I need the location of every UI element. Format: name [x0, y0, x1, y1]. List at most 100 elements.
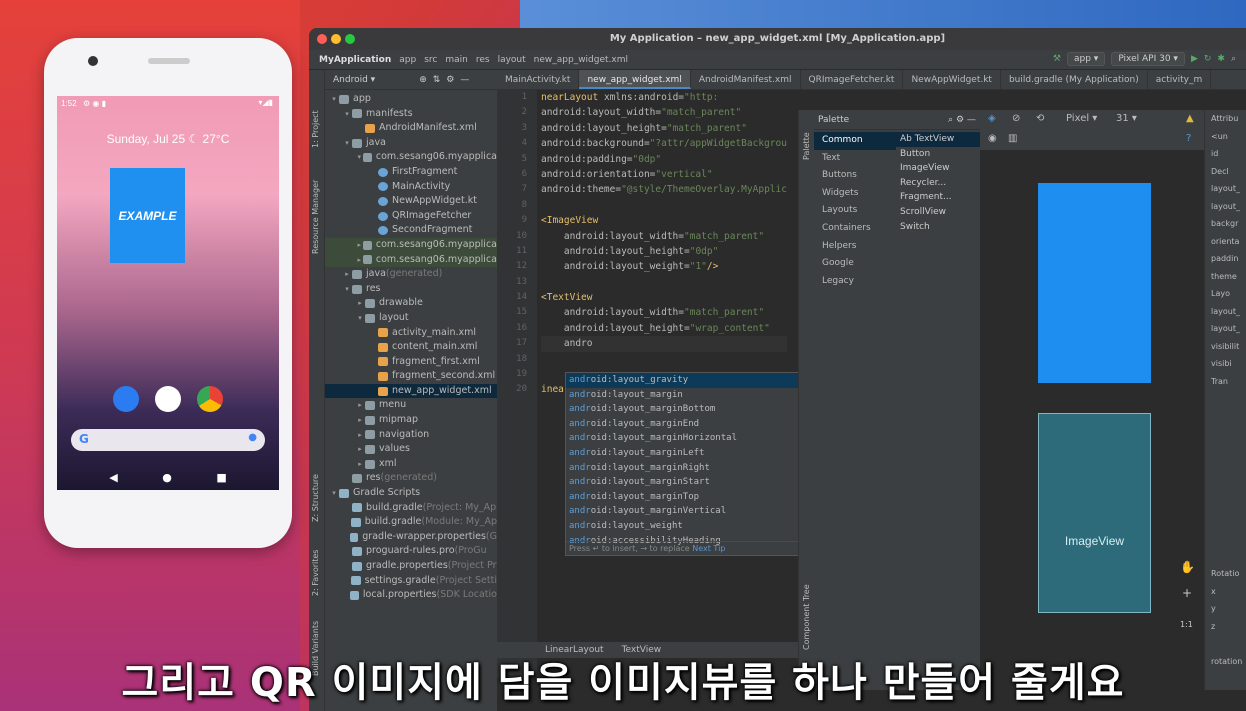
hide-icon[interactable]: —: [460, 75, 469, 85]
tree-item[interactable]: MainActivity: [325, 180, 497, 195]
breadcrumb-main[interactable]: main: [445, 55, 468, 65]
tree-item[interactable]: ▾ app: [325, 92, 497, 107]
attribute-row[interactable]: layout_: [1205, 320, 1246, 338]
palette-gear-icon[interactable]: ⚙: [956, 115, 964, 125]
favorites-tab[interactable]: 2: Favorites: [311, 550, 320, 596]
breadcrumb-src[interactable]: src: [424, 55, 437, 65]
attribute-row[interactable]: Decl: [1205, 163, 1246, 181]
attribute-row[interactable]: [1205, 460, 1246, 478]
code-line[interactable]: android:layout_width="match_parent": [541, 229, 787, 244]
home-icon[interactable]: ●: [162, 471, 172, 484]
device-preview-select[interactable]: Pixel ▾: [1066, 113, 1097, 124]
attribute-row[interactable]: [1205, 390, 1246, 408]
breadcrumb-project[interactable]: MyApplication: [319, 55, 391, 65]
breadcrumb-res[interactable]: res: [476, 55, 490, 65]
editor-tab[interactable]: new_app_widget.xml: [579, 70, 691, 89]
attribute-row[interactable]: layout_: [1205, 198, 1246, 216]
chrome-icon[interactable]: [197, 386, 223, 412]
palette-category[interactable]: Buttons: [814, 167, 896, 185]
attribute-row[interactable]: Tran: [1205, 373, 1246, 391]
close-window-button[interactable]: [317, 34, 327, 44]
expand-arrow-icon[interactable]: ▾: [342, 282, 352, 297]
expand-arrow-icon[interactable]: ▸: [355, 428, 365, 443]
code-line[interactable]: [541, 352, 787, 367]
tree-item[interactable]: content_main.xml: [325, 340, 497, 355]
tree-item[interactable]: ▸ com.sesang06.myapplica: [325, 252, 497, 268]
palette-category[interactable]: Google: [814, 255, 896, 273]
palette-category[interactable]: Common: [814, 132, 896, 150]
tree-item[interactable]: activity_main.xml: [325, 326, 497, 341]
tree-item[interactable]: settings.gradle (Project Setti: [325, 574, 497, 589]
attribute-row[interactable]: id: [1205, 145, 1246, 163]
palette-widget[interactable]: Ab TextView: [896, 132, 980, 147]
code-lines[interactable]: nearLayout xmlns:android="http: android:l…: [541, 90, 787, 398]
expand-arrow-icon[interactable]: ▸: [342, 267, 352, 282]
palette-category[interactable]: Legacy: [814, 273, 896, 291]
code-line[interactable]: android:layout_height="wrap_content": [541, 321, 787, 336]
pan-hand-icon[interactable]: ✋: [1180, 560, 1195, 574]
expand-arrow-icon[interactable]: ▸: [355, 398, 365, 413]
tree-item[interactable]: NewAppWidget.kt: [325, 194, 497, 209]
code-line[interactable]: android:layout_height="0dp": [541, 244, 787, 259]
google-search-bar[interactable]: G ●: [71, 429, 265, 451]
palette-category[interactable]: Helpers: [814, 238, 896, 256]
build-hammer-icon[interactable]: ⚒: [1053, 54, 1061, 64]
recents-icon[interactable]: ■: [216, 471, 226, 484]
expand-arrow-icon[interactable]: ▸: [355, 442, 365, 457]
orientation-icon[interactable]: ⟲: [1036, 113, 1044, 124]
tree-item[interactable]: fragment_first.xml: [325, 355, 497, 370]
messages-app-icon[interactable]: [113, 386, 139, 412]
tree-item[interactable]: gradle-wrapper.properties (G: [325, 530, 497, 545]
tree-item[interactable]: ▾ manifests: [325, 107, 497, 122]
expand-arrow-icon[interactable]: ▸: [355, 253, 363, 268]
palette-widget[interactable]: Button: [896, 147, 980, 162]
tree-item[interactable]: ▸ com.sesang06.myapplica: [325, 237, 497, 253]
design-preview[interactable]: [1038, 183, 1151, 383]
tree-item[interactable]: build.gradle (Project: My_Ap: [325, 501, 497, 516]
back-icon[interactable]: ◀: [109, 471, 117, 484]
expand-arrow-icon[interactable]: ▾: [342, 107, 352, 122]
palette-widget[interactable]: Switch: [896, 220, 980, 235]
help-icon[interactable]: ?: [1186, 133, 1191, 144]
tree-item[interactable]: local.properties (SDK Locatio: [325, 588, 497, 603]
design-surface[interactable]: ◈ ⊘ ⟲ Pixel ▾ 31 ▾ ▲ ◉ ▥ ? ImageView ✋ +…: [980, 110, 1204, 690]
mic-icon[interactable]: ●: [248, 432, 257, 443]
palette-category[interactable]: Widgets: [814, 185, 896, 203]
tree-item[interactable]: ▸ mipmap: [325, 413, 497, 428]
search-icon[interactable]: ⌕: [948, 115, 953, 125]
minimize-window-button[interactable]: [331, 34, 341, 44]
tree-item[interactable]: new_app_widget.xml: [325, 383, 497, 399]
attribute-row[interactable]: z: [1205, 618, 1246, 636]
palette-category[interactable]: Layouts: [814, 202, 896, 220]
palette-category[interactable]: Text: [814, 150, 896, 168]
palette-widget[interactable]: ScrollView: [896, 205, 980, 220]
code-line[interactable]: <ImageView: [541, 213, 787, 228]
palette-strip-tab[interactable]: Palette: [802, 132, 811, 160]
attribute-row[interactable]: Layo: [1205, 285, 1246, 303]
code-line[interactable]: android:theme="@style/ThemeOverlay.MyApp…: [541, 182, 787, 197]
tree-item[interactable]: ▾ layout: [325, 311, 497, 326]
code-line[interactable]: android:orientation="vertical": [541, 167, 787, 182]
code-line[interactable]: android:layout_weight="1"/>: [541, 259, 787, 274]
tree-item[interactable]: ▸ java (generated): [325, 267, 497, 282]
attribute-row[interactable]: paddin: [1205, 250, 1246, 268]
tree-item[interactable]: gradle.properties (Project Pr: [325, 559, 497, 574]
tree-item[interactable]: ▸ drawable: [325, 296, 497, 311]
gear-icon[interactable]: ⚙: [446, 75, 454, 85]
breadcrumb-layout[interactable]: layout: [498, 55, 526, 65]
attribute-row[interactable]: [1205, 443, 1246, 461]
attribute-row[interactable]: Rotatio: [1205, 565, 1246, 583]
play-store-icon[interactable]: [155, 386, 181, 412]
tree-item[interactable]: AndroidManifest.xml: [325, 121, 497, 136]
blueprint-preview[interactable]: ImageView: [1038, 413, 1151, 613]
code-line[interactable]: <TextView: [541, 290, 787, 305]
tree-item[interactable]: ▸ navigation: [325, 428, 497, 443]
app-widget[interactable]: EXAMPLE: [110, 168, 185, 263]
code-line[interactable]: android:layout_width="match_parent": [541, 305, 787, 320]
structure-tab[interactable]: Z: Structure: [311, 474, 320, 522]
tree-item[interactable]: proguard-rules.pro (ProGu: [325, 544, 497, 559]
tree-item[interactable]: fragment_second.xml: [325, 369, 497, 384]
zoom-reset[interactable]: 1:1: [1180, 620, 1193, 629]
code-line[interactable]: android:layout_width="match_parent": [541, 105, 787, 120]
attribute-row[interactable]: <un: [1205, 128, 1246, 146]
